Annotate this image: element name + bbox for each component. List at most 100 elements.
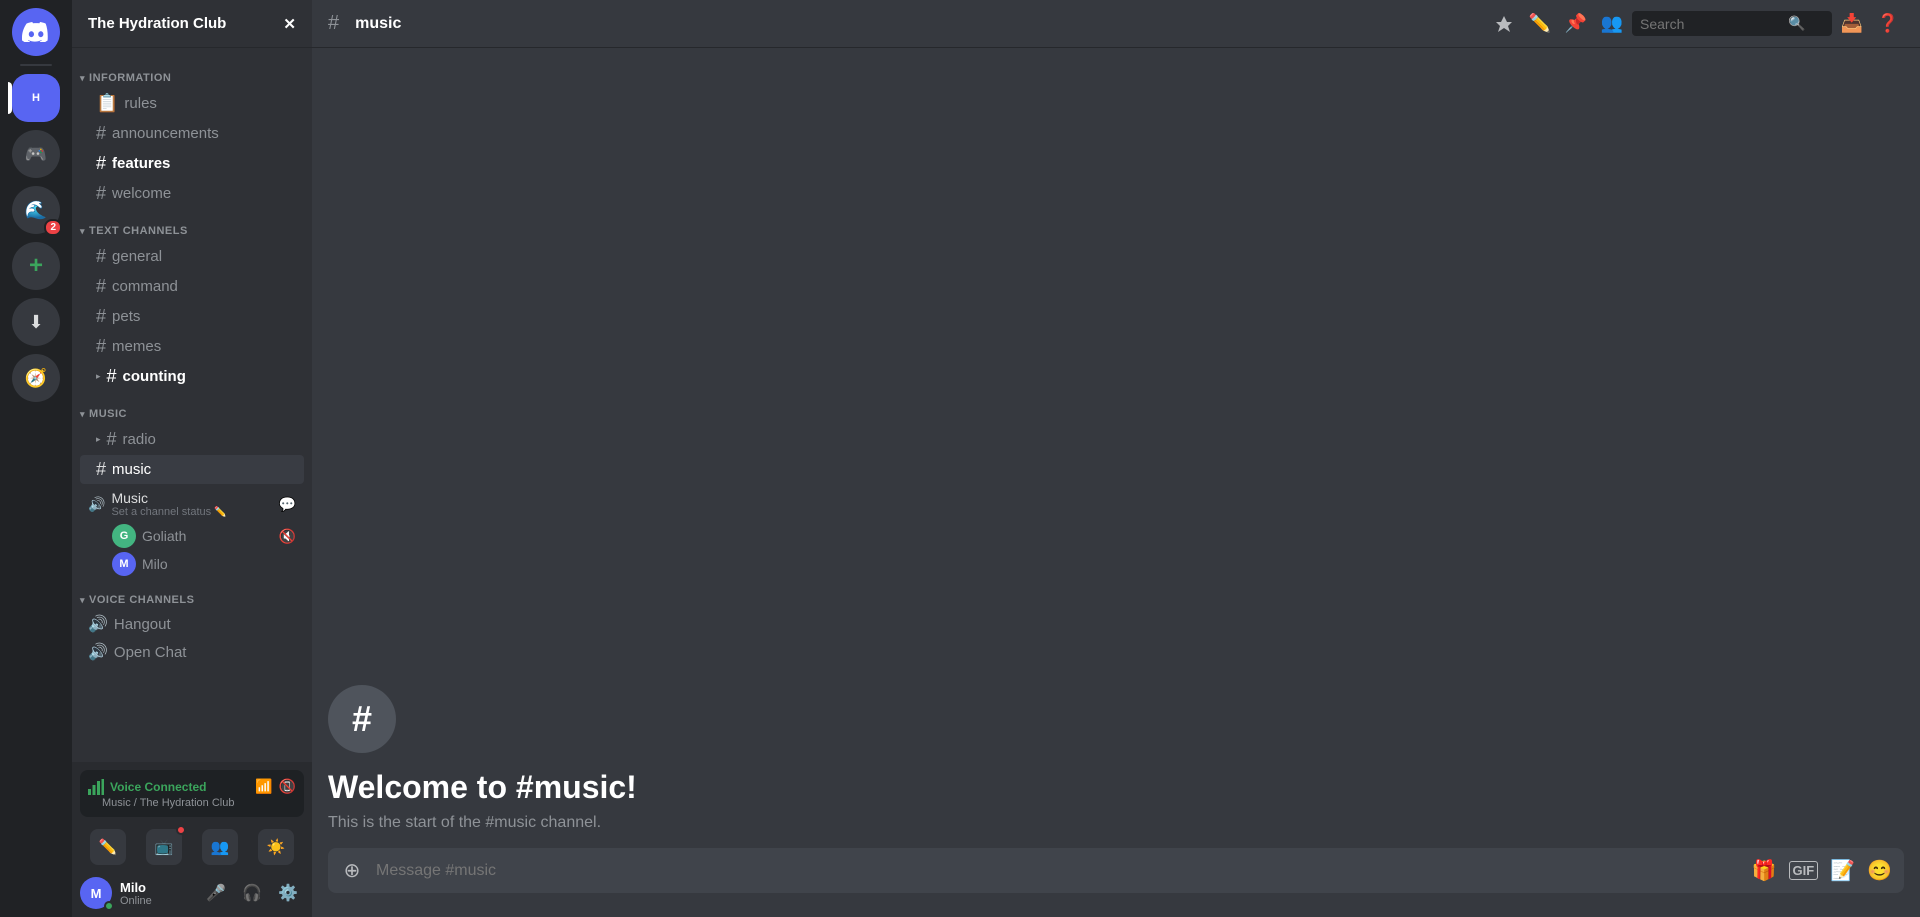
channel-name: features	[112, 155, 170, 172]
channel-name: Open Chat	[114, 644, 187, 661]
channel-hash-icon: #	[96, 123, 106, 144]
category-label: TEXT CHANNELS	[89, 225, 188, 237]
emoji-button[interactable]: 😊	[1867, 858, 1892, 883]
welcome-section: # Welcome to #music! This is the start o…	[328, 661, 1904, 848]
channel-hash-icon: #	[96, 459, 106, 480]
category-music[interactable]: ▾ MUSIC	[72, 392, 312, 424]
search-bar[interactable]: 🔍	[1632, 11, 1832, 36]
pins-button[interactable]: 📌	[1560, 8, 1592, 40]
voice-connected-top: Voice Connected 📶 📵	[88, 778, 296, 795]
server-name: The Hydration Club	[88, 15, 226, 32]
gif-button[interactable]: GIF	[1789, 861, 1819, 880]
add-server-button[interactable]: +	[12, 242, 60, 290]
channel-memes[interactable]: # memes	[80, 332, 304, 361]
channel-features[interactable]: # features	[80, 149, 304, 178]
voice-action-activities[interactable]: ☀️	[258, 829, 294, 865]
server-header[interactable]: The Hydration Club ✕	[72, 0, 312, 48]
voice-actions: ✏️ 📺 👥 ☀️	[80, 825, 304, 869]
channel-name: memes	[112, 338, 161, 355]
message-input[interactable]	[376, 862, 1740, 880]
voice-waves-icon: 📶	[255, 778, 272, 795]
channel-hash-icon: #	[96, 153, 106, 174]
channel-welcome[interactable]: # welcome	[80, 179, 304, 208]
channel-radio[interactable]: ▸ # radio	[80, 425, 304, 454]
category-information[interactable]: ▾ INFORMATION	[72, 56, 312, 88]
voice-channel-info: Music Set a channel status ✏️	[111, 490, 272, 518]
channel-hangout[interactable]: 🔊 Hangout	[72, 610, 312, 638]
welcome-title: Welcome to #music!	[328, 769, 1904, 806]
help-button[interactable]: ❓	[1872, 8, 1904, 40]
chat-area: # Welcome to #music! This is the start o…	[312, 48, 1920, 848]
sticker-button[interactable]: 📝	[1830, 858, 1855, 883]
channel-name: general	[112, 248, 162, 265]
voice-member-goliath[interactable]: G Goliath 🔇	[80, 522, 304, 550]
user-status-dot	[104, 901, 114, 911]
channel-general[interactable]: # general	[80, 242, 304, 271]
user-panel: Voice Connected 📶 📵 Music / The Hydratio…	[72, 762, 312, 917]
server-icon-2[interactable]: 🎮	[12, 130, 60, 178]
category-text-channels[interactable]: ▾ TEXT CHANNELS	[72, 209, 312, 241]
server-icon-1[interactable]: H	[12, 74, 60, 122]
channel-hash-icon: #	[96, 183, 106, 204]
message-input-area: ⊕ 🎁 GIF 📝 😊	[312, 848, 1920, 917]
explore-button[interactable]: 🧭	[12, 354, 60, 402]
category-arrow: ▾	[80, 73, 85, 84]
boost-button[interactable]	[1488, 8, 1520, 40]
channel-hash-icon: #	[107, 366, 117, 387]
search-icon: 🔍	[1788, 15, 1805, 32]
voice-chat-icon: 💬	[279, 496, 296, 513]
channel-arrow: ▸	[96, 371, 101, 382]
channel-music[interactable]: # music	[80, 455, 304, 484]
hangup-button[interactable]: 📵	[279, 778, 296, 795]
deafen-button[interactable]: 🎧	[236, 877, 268, 909]
category-arrow: ▾	[80, 226, 85, 237]
settings-button[interactable]: ⚙️	[272, 877, 304, 909]
channel-hash-icon: #	[96, 276, 106, 297]
channel-hash-icon: #	[328, 12, 339, 35]
member-avatar-milo: M	[112, 552, 136, 576]
welcome-hash-circle: #	[328, 685, 396, 753]
voice-channel-status: Set a channel status ✏️	[111, 506, 272, 518]
voice-member-milo[interactable]: M Milo	[80, 550, 304, 578]
voice-channel-path: Music / The Hydration Club	[88, 797, 296, 809]
download-button[interactable]: ⬇	[12, 298, 60, 346]
user-avatar: M	[80, 877, 112, 909]
voice-speaker-icon: 🔊	[88, 496, 105, 513]
channel-command[interactable]: # command	[80, 272, 304, 301]
top-bar-actions: ✏️ 📌 👥 🔍 📥 ❓	[1488, 8, 1904, 40]
channel-name: pets	[112, 308, 140, 325]
channel-name: rules	[124, 95, 157, 112]
gift-button[interactable]: 🎁	[1752, 858, 1777, 883]
user-status: Online	[120, 895, 152, 907]
channel-counting[interactable]: ▸ # counting	[80, 362, 304, 391]
category-voice-channels[interactable]: ▾ VOICE CHANNELS	[72, 578, 312, 610]
channel-name: music	[112, 461, 151, 478]
edit-channel-button[interactable]: ✏️	[1524, 8, 1556, 40]
members-button[interactable]: 👥	[1596, 8, 1628, 40]
server-icon-3[interactable]: 🌊 2	[12, 186, 60, 234]
member-name-milo: Milo	[142, 556, 168, 572]
channel-announcements[interactable]: # announcements	[80, 119, 304, 148]
channel-name: counting	[123, 368, 186, 385]
server-dropdown-icon: ✕	[283, 15, 296, 33]
inbox-button[interactable]: 📥	[1836, 8, 1868, 40]
voice-action-edit[interactable]: ✏️	[90, 829, 126, 865]
search-input[interactable]	[1640, 16, 1780, 32]
top-bar-channel-name: music	[355, 15, 401, 33]
channel-pets[interactable]: # pets	[80, 302, 304, 331]
channel-open-chat[interactable]: 🔊 Open Chat	[72, 638, 312, 666]
voice-action-camera[interactable]: 📺	[146, 829, 182, 865]
category-arrow: ▾	[80, 595, 85, 606]
channel-hash-icon: #	[107, 429, 117, 450]
channel-name: announcements	[112, 125, 219, 142]
user-info[interactable]: M Milo Online	[80, 877, 196, 909]
discord-home-button[interactable]	[12, 8, 60, 56]
mute-button[interactable]: 🎤	[200, 877, 232, 909]
message-add-button[interactable]: ⊕	[340, 859, 364, 883]
message-input-actions: 🎁 GIF 📝 😊	[1752, 858, 1892, 883]
channel-name: command	[112, 278, 178, 295]
voice-speaker-icon: 🔊	[88, 614, 108, 634]
music-voice-channel[interactable]: 🔊 Music Set a channel status ✏️ 💬	[80, 486, 304, 522]
voice-action-people[interactable]: 👥	[202, 829, 238, 865]
channel-rules[interactable]: 📋 rules	[80, 89, 304, 118]
